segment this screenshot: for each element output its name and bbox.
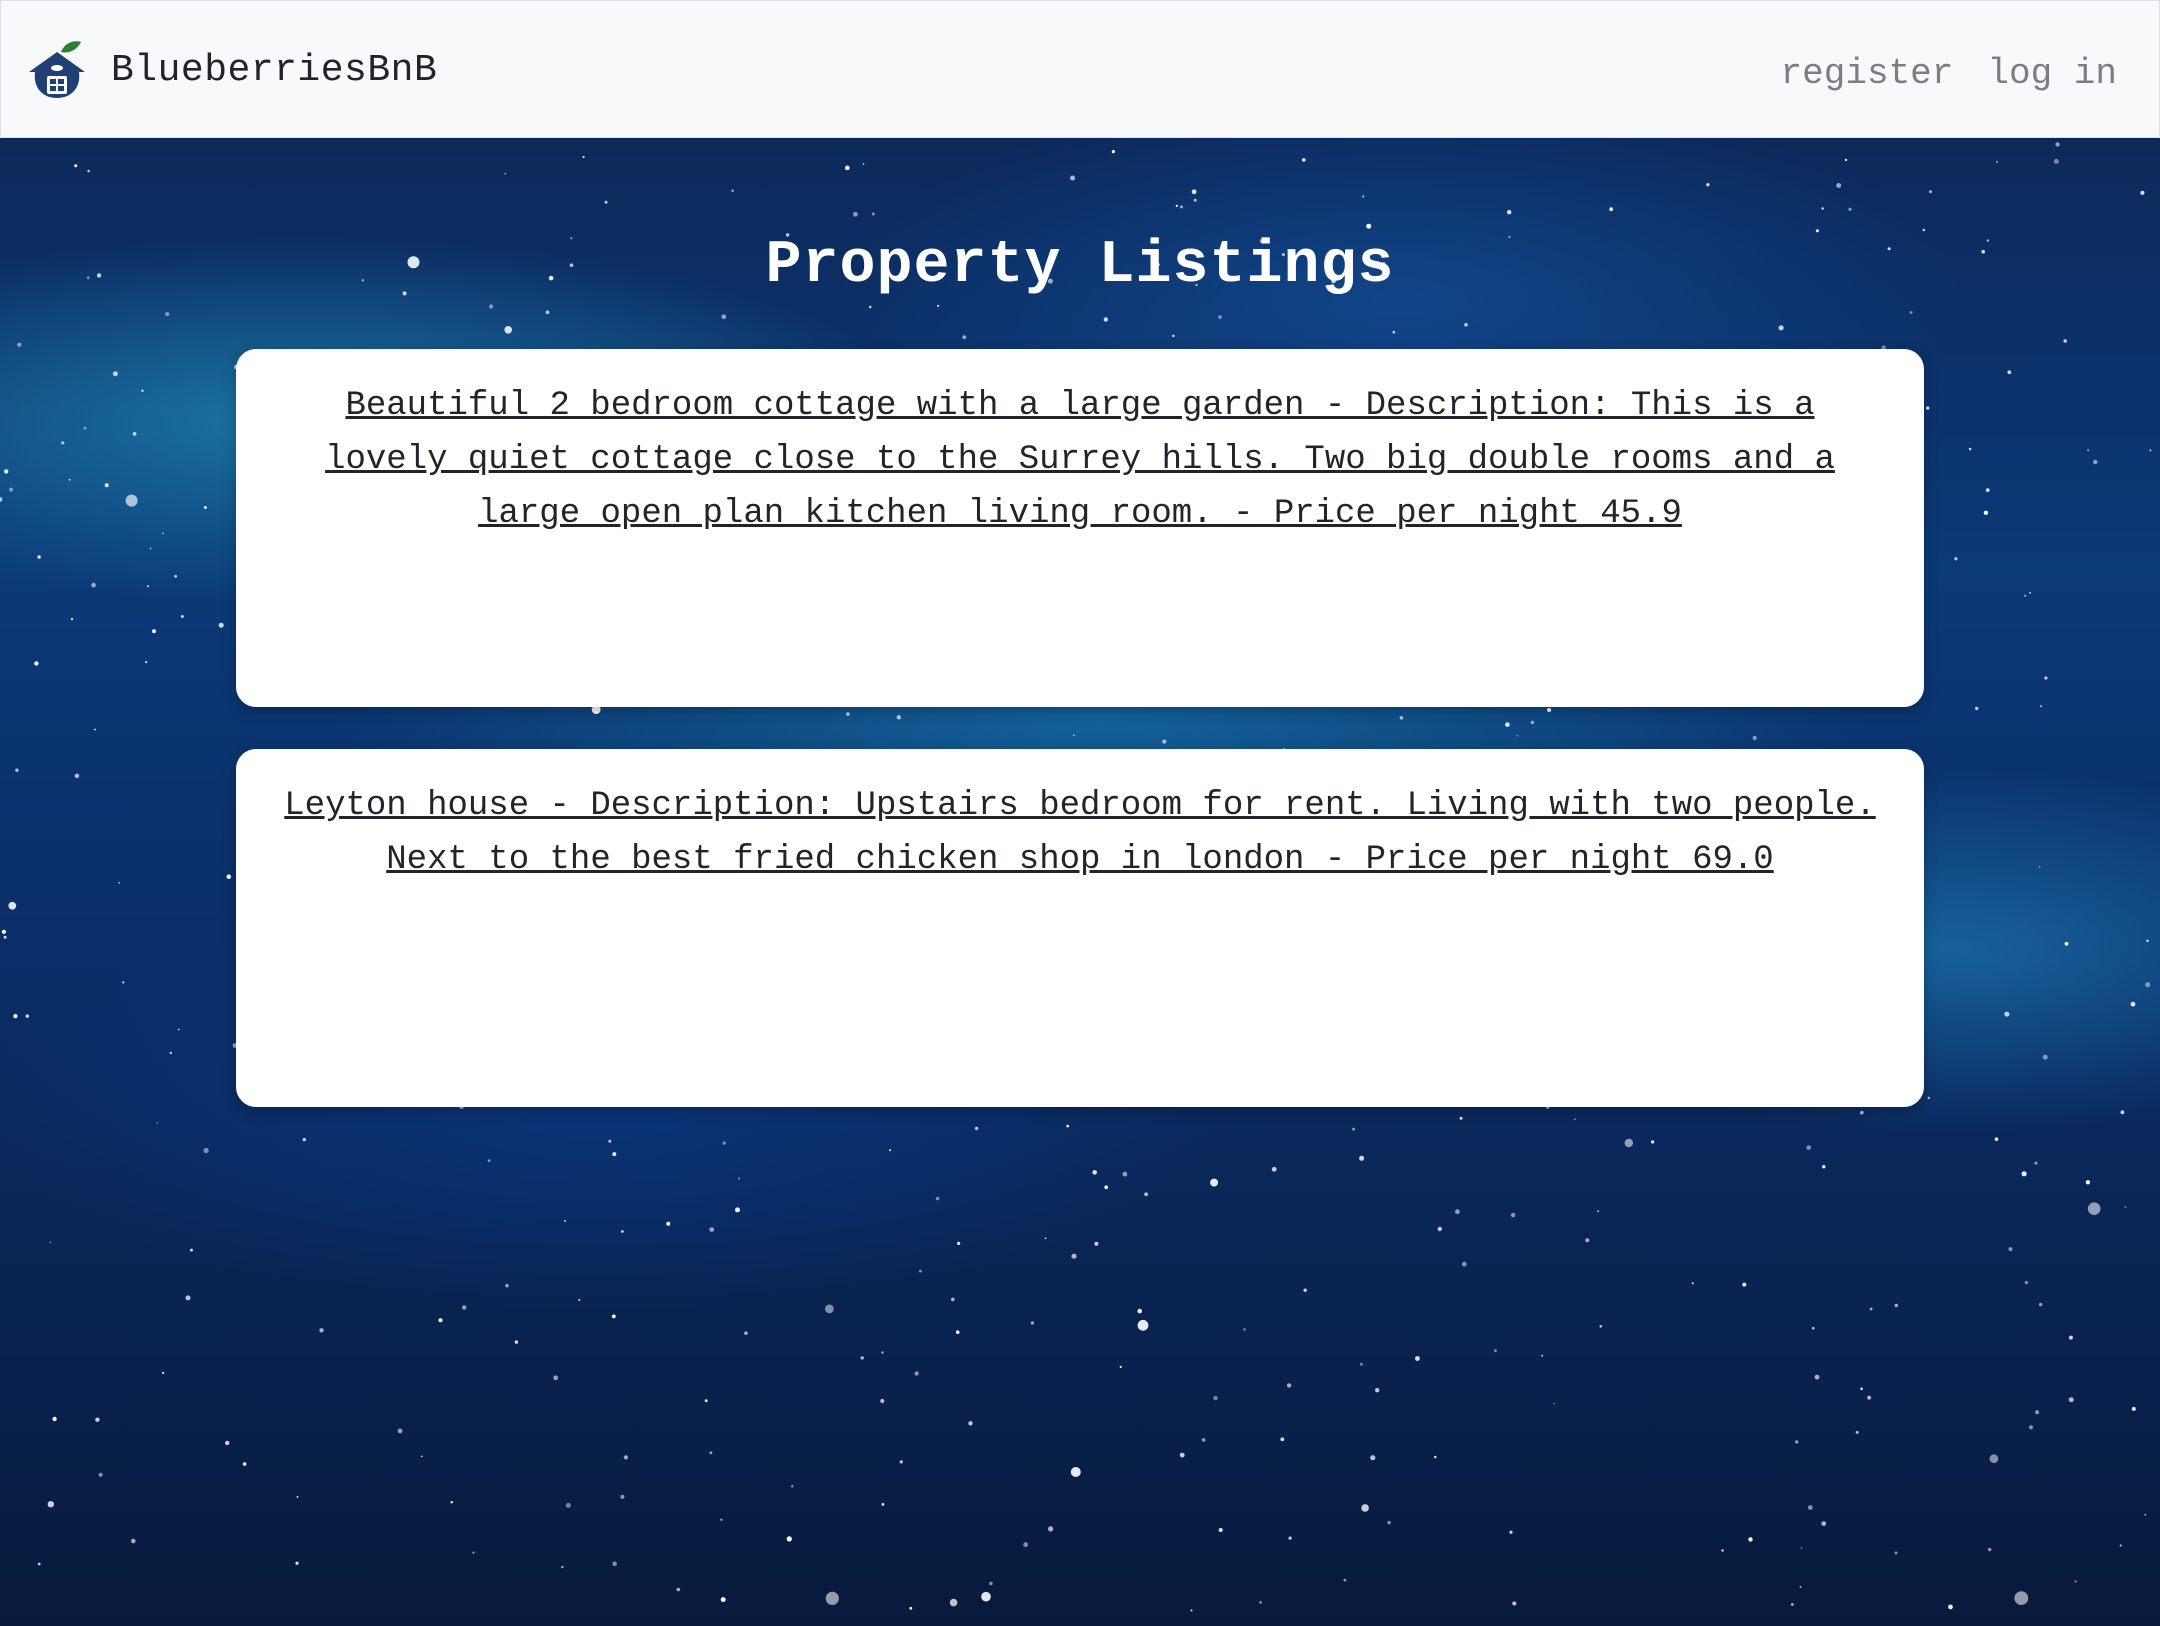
page-title: Property Listings bbox=[765, 232, 1395, 300]
blueberry-house-logo-icon bbox=[29, 41, 85, 98]
brand-link[interactable]: BlueberriesBnB bbox=[25, 37, 437, 103]
navbar: BlueberriesBnB register log in bbox=[0, 0, 2160, 138]
listing-card: Leyton house - Description: Upstairs bed… bbox=[236, 749, 1924, 1107]
brand-name: BlueberriesBnB bbox=[111, 48, 438, 92]
listing-link-cottage[interactable]: Beautiful 2 bedroom cottage with a large… bbox=[325, 387, 1835, 533]
register-link[interactable]: register bbox=[1781, 53, 1954, 94]
listing-link-leyton-house[interactable]: Leyton house - Description: Upstairs bed… bbox=[284, 787, 1875, 879]
listing-card: Beautiful 2 bedroom cottage with a large… bbox=[236, 349, 1924, 707]
nav-links: register log in bbox=[1781, 53, 2117, 94]
login-link[interactable]: log in bbox=[1987, 53, 2117, 94]
